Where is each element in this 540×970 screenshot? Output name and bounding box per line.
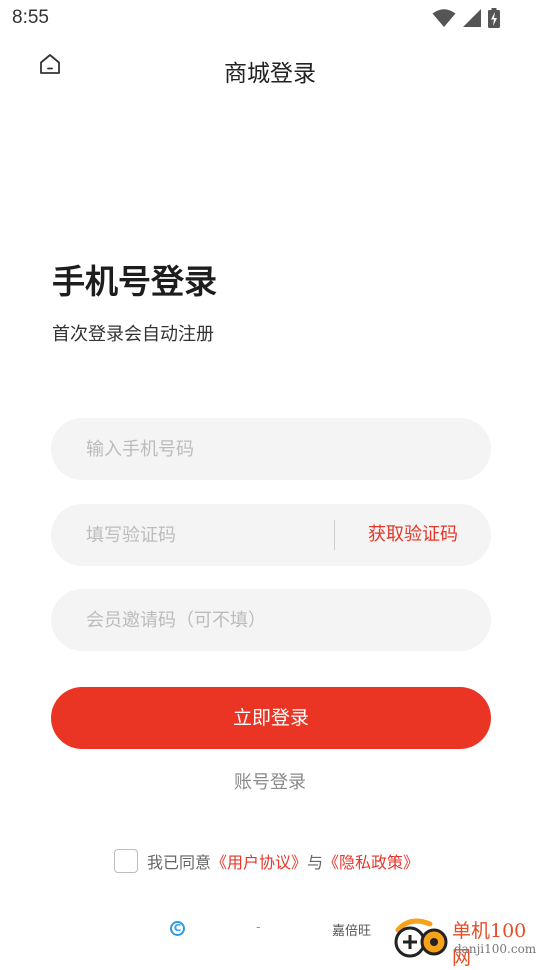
phone-input[interactable] [51, 418, 491, 480]
verification-code-input[interactable] [51, 504, 331, 566]
privacy-policy-link[interactable]: 《隐私政策》 [323, 849, 419, 873]
status-time: 8:55 [12, 7, 49, 28]
copyright-icon: C [170, 921, 185, 936]
login-subtitle: 首次登录会自动注册 [52, 324, 214, 345]
status-bar: 8:55 [0, 0, 540, 36]
phone-field [51, 418, 491, 480]
agreement-checkbox[interactable] [114, 849, 138, 873]
agreement-prefix: 我已同意 [147, 853, 212, 872]
wifi-icon [432, 9, 456, 27]
footer-company: 嘉倍旺 [332, 924, 372, 939]
invite-code-input[interactable] [51, 589, 491, 651]
battery-charging-icon [488, 8, 500, 28]
page-title: 商城登录 [224, 61, 316, 87]
footer-separator: - [256, 920, 261, 935]
login-heading: 手机号登录 [52, 262, 217, 301]
agreement-row: 我已同意 《用户协议》 与 《隐私政策》 [114, 847, 419, 875]
watermark: 单机100网 danji100.com [390, 916, 540, 969]
agreement-joiner: 与 [307, 853, 324, 872]
watermark-logo-icon [394, 918, 448, 958]
get-code-button[interactable]: 获取验证码 [335, 504, 491, 566]
header: 商城登录 [0, 44, 540, 94]
invite-code-field [51, 589, 491, 651]
watermark-url: danji100.com [454, 942, 537, 956]
user-agreement-link[interactable]: 《用户协议》 [211, 849, 307, 873]
signal-icon [463, 9, 481, 27]
login-button[interactable]: 立即登录 [51, 687, 491, 749]
verification-code-field: 获取验证码 [51, 504, 491, 566]
status-icons [432, 8, 500, 28]
account-login-link[interactable]: 账号登录 [0, 768, 540, 794]
